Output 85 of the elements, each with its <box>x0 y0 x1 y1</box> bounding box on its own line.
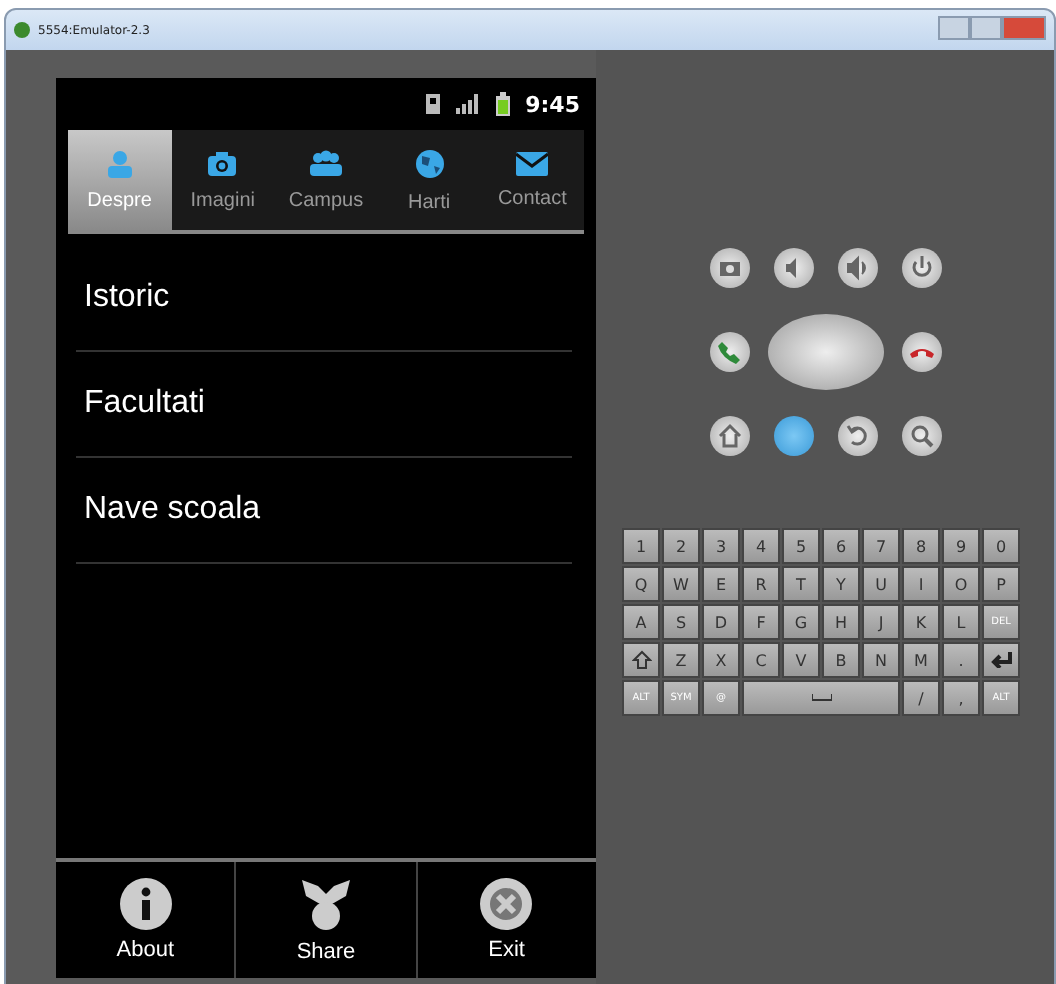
keyboard-key[interactable]: Q <box>622 566 660 602</box>
tab[interactable]: Contact <box>480 130 584 230</box>
power-icon <box>907 254 935 282</box>
keyboard-key[interactable]: P <box>982 566 1020 602</box>
keyboard-key[interactable]: E <box>702 566 740 602</box>
search-button[interactable] <box>901 416 941 456</box>
keyboard-key[interactable]: G <box>782 604 820 640</box>
keyboard-key[interactable]: 9 <box>942 528 980 564</box>
keyboard-key[interactable]: T <box>782 566 820 602</box>
call-button[interactable] <box>709 332 749 372</box>
status-time: 9:45 <box>525 91 580 117</box>
signal-icon <box>455 94 480 114</box>
camera-icon <box>206 149 239 177</box>
home-button[interactable] <box>709 416 749 456</box>
tab[interactable]: Harti <box>377 130 481 230</box>
keyboard-key[interactable]: 2 <box>662 528 700 564</box>
keyboard-key[interactable]: K <box>902 604 940 640</box>
exit-icon <box>480 878 533 930</box>
keyboard-key[interactable]: V <box>782 642 820 678</box>
list-item[interactable]: Istoric <box>76 246 572 352</box>
end-call-button[interactable] <box>901 332 941 372</box>
keyboard-key[interactable]: , <box>942 680 980 716</box>
keyboard-key[interactable]: C <box>742 642 780 678</box>
keyboard-key[interactable]: M <box>902 642 940 678</box>
power-button[interactable] <box>901 248 941 288</box>
keyboard-key[interactable]: / <box>902 680 940 716</box>
camera-button[interactable] <box>709 248 749 288</box>
keyboard-key[interactable]: 7 <box>862 528 900 564</box>
keyboard-key[interactable]: 5 <box>782 528 820 564</box>
directional-pad[interactable] <box>767 314 883 390</box>
volume-up-button[interactable] <box>837 248 877 288</box>
keyboard-key[interactable]: X <box>702 642 740 678</box>
speaker-icon <box>843 254 871 282</box>
keyboard-key[interactable]: W <box>662 566 700 602</box>
keyboard-key[interactable]: S <box>662 604 700 640</box>
space-icon <box>811 694 831 702</box>
search-icon <box>907 422 935 450</box>
keyboard-key[interactable]: B <box>822 642 860 678</box>
person-icon <box>103 149 136 177</box>
enter-key[interactable] <box>982 642 1020 678</box>
keyboard-key[interactable]: 3 <box>702 528 740 564</box>
info-icon <box>119 878 172 930</box>
battery-icon <box>495 92 510 116</box>
tab[interactable]: Imagini <box>171 130 275 230</box>
house-icon <box>715 422 743 450</box>
keyboard-key[interactable]: A <box>622 604 660 640</box>
globe-icon <box>413 147 446 179</box>
keyboard-key[interactable]: 8 <box>902 528 940 564</box>
keyboard-key[interactable]: I <box>902 566 940 602</box>
phone-icon <box>715 338 743 366</box>
keyboard-key[interactable]: L <box>942 604 980 640</box>
app-icon <box>14 22 30 38</box>
keyboard-key[interactable]: 1 <box>622 528 660 564</box>
keyboard-key[interactable]: R <box>742 566 780 602</box>
shift-key[interactable] <box>622 642 660 678</box>
list-item[interactable]: Facultati <box>76 352 572 458</box>
menu-button[interactable] <box>773 416 813 456</box>
sim-icon <box>425 94 440 114</box>
space-key[interactable] <box>742 680 900 716</box>
keyboard-key[interactable]: . <box>942 642 980 678</box>
menu-item[interactable]: Exit <box>415 862 596 978</box>
keyboard-key[interactable]: 6 <box>822 528 860 564</box>
list-item[interactable]: Nave scoala <box>76 458 572 564</box>
envelope-icon <box>516 151 549 175</box>
keyboard-key[interactable]: H <box>822 604 860 640</box>
people-icon <box>307 149 344 177</box>
tab[interactable]: Campus <box>274 130 378 230</box>
keyboard-key[interactable]: 0 <box>982 528 1020 564</box>
keyboard-key[interactable]: Z <box>662 642 700 678</box>
keyboard-key[interactable]: J <box>862 604 900 640</box>
return-arrow-icon <box>989 652 1013 668</box>
keyboard-key[interactable]: Y <box>822 566 860 602</box>
keyboard-key[interactable]: 4 <box>742 528 780 564</box>
keyboard-key[interactable]: D <box>702 604 740 640</box>
menu-item[interactable]: Share <box>234 862 416 978</box>
keyboard-key[interactable]: O <box>942 566 980 602</box>
back-arrow-icon <box>843 422 871 450</box>
keyboard-key[interactable]: U <box>862 566 900 602</box>
keyboard-key[interactable]: N <box>862 642 900 678</box>
volume-down-button[interactable] <box>773 248 813 288</box>
keyboard-key[interactable]: F <box>742 604 780 640</box>
up-arrow-icon <box>631 650 651 670</box>
menu-item[interactable]: About <box>56 862 235 978</box>
back-button[interactable] <box>837 416 877 456</box>
share-icon <box>299 876 352 932</box>
